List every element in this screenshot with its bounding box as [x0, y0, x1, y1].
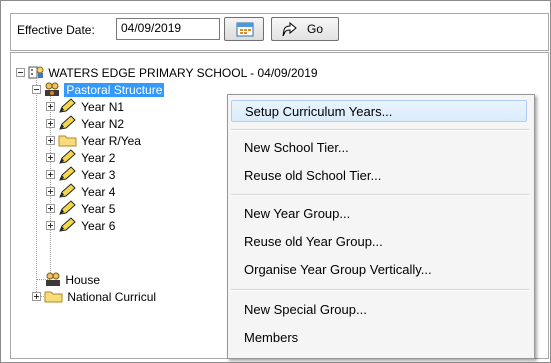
calendar-button[interactable] — [224, 17, 264, 41]
menu-item-setup-curriculum-years[interactable]: Setup Curriculum Years... — [231, 100, 527, 122]
tree-item-year[interactable]: Year 5 — [58, 200, 115, 216]
menu-separator — [231, 129, 529, 131]
tree-item-year[interactable]: Year R/Yea — [58, 132, 141, 148]
menu-separator — [231, 194, 529, 196]
tree-item-year-label: Year N2 — [81, 117, 125, 131]
pencil-icon — [59, 98, 76, 113]
pencil-icon — [59, 149, 76, 164]
group-people-icon — [45, 82, 59, 96]
expand-toggle[interactable] — [46, 136, 55, 145]
context-menu: Setup Curriculum Years... New School Tie… — [227, 94, 535, 359]
tree-item-year-label: Year 2 — [81, 151, 116, 165]
school-icon — [28, 66, 44, 79]
expand-toggle[interactable] — [46, 153, 55, 162]
menu-item-members[interactable]: Members — [244, 327, 298, 349]
pencil-icon — [59, 183, 76, 198]
effective-date-field[interactable]: 04/09/2019 — [116, 18, 220, 40]
go-arrow-icon — [282, 22, 297, 37]
expand-toggle[interactable] — [46, 221, 55, 230]
expand-toggle[interactable] — [46, 119, 55, 128]
expand-toggle[interactable] — [46, 102, 55, 111]
tree-item-year[interactable]: Year N2 — [58, 115, 124, 131]
folder-icon — [58, 135, 77, 147]
tree-item-pastoral-structure[interactable]: Pastoral Structure — [43, 81, 165, 97]
tree-item-year[interactable]: Year N1 — [58, 98, 124, 114]
tree-item-year-label: Year 4 — [81, 185, 116, 199]
go-label: Go — [307, 22, 324, 36]
expand-toggle[interactable] — [32, 292, 41, 301]
tree-item-year[interactable]: Year 2 — [58, 149, 115, 165]
pencil-icon — [59, 200, 76, 215]
tree-item-year[interactable]: Year 6 — [58, 217, 115, 233]
tree-item-year[interactable]: Year 4 — [58, 183, 115, 199]
pencil-icon — [59, 217, 76, 232]
tree-item-year-label: Year R/Yea — [81, 134, 141, 148]
tree-item-year-label: Year 3 — [81, 168, 116, 182]
pastoral-collapse-toggle[interactable] — [32, 85, 41, 94]
expand-toggle[interactable] — [46, 170, 55, 179]
tree-item-house-label: House — [65, 273, 101, 287]
tree-item-national-label: National Curricul — [67, 290, 157, 304]
root-collapse-toggle[interactable] — [16, 68, 25, 77]
group-people-icon — [46, 272, 60, 286]
tree-item-root-label: WATERS EDGE PRIMARY SCHOOL - 04/09/2019 — [48, 66, 318, 80]
effective-date-label: Effective Date: — [17, 23, 95, 37]
menu-item-reuse-school-tier[interactable]: Reuse old School Tier... — [244, 165, 381, 187]
calendar-icon — [236, 22, 254, 37]
folder-icon — [44, 291, 63, 303]
menu-item-reuse-year-group[interactable]: Reuse old Year Group... — [244, 231, 383, 253]
tree-item-year[interactable]: Year 3 — [58, 166, 115, 182]
expand-toggle[interactable] — [46, 187, 55, 196]
tree-item-year-label: Year 5 — [81, 202, 116, 216]
expand-toggle[interactable] — [46, 204, 55, 213]
tree-item-root[interactable]: WATERS EDGE PRIMARY SCHOOL - 04/09/2019 — [27, 64, 318, 80]
tree-item-house[interactable]: House — [44, 271, 100, 287]
menu-separator — [231, 289, 529, 291]
menu-item-new-year-group[interactable]: New Year Group... — [244, 203, 350, 225]
pencil-icon — [59, 166, 76, 181]
tree-line — [36, 88, 38, 296]
pencil-icon — [59, 115, 76, 130]
tree-item-national-curriculum[interactable]: National Curricul — [44, 288, 156, 304]
menu-item-organise-year-group[interactable]: Organise Year Group Vertically... — [244, 259, 432, 281]
menu-item-new-school-tier[interactable]: New School Tier... — [244, 137, 349, 159]
tree-item-year-label: Year 6 — [81, 219, 116, 233]
menu-item-new-special-group[interactable]: New Special Group... — [244, 299, 367, 321]
tree-item-pastoral-label: Pastoral Structure — [64, 83, 165, 97]
go-button[interactable]: Go — [271, 17, 339, 41]
tree-item-year-label: Year N1 — [81, 100, 125, 114]
